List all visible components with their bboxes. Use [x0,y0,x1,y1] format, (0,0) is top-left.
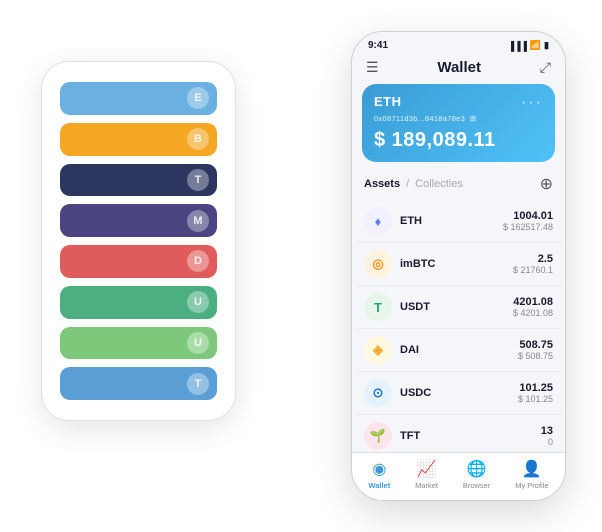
asset-amount-primary: 4201.08 [513,296,553,308]
card-icon-0: E [187,87,209,109]
nav-icon-browser: 🌐 [467,459,487,479]
asset-amount-primary: 1004.01 [503,210,553,222]
asset-amount-primary: 2.5 [513,253,553,265]
asset-amounts-usdt: 4201.08$ 4201.08 [513,296,553,318]
assets-add-icon[interactable]: ⊕ [540,174,553,194]
time: 9:41 [368,40,388,51]
asset-amounts-dai: 508.75$ 508.75 [518,339,553,361]
asset-name-eth: ETH [400,215,503,227]
card-icon-4: D [187,250,209,272]
imbtc-icon: ◎ [364,250,392,278]
nav-item-wallet[interactable]: ◉ Wallet [368,459,390,490]
wallet-card-3[interactable]: M [60,204,217,237]
bottom-nav: ◉ Wallet 📈 Market 🌐 Browser 👤 My Profile [352,452,565,500]
back-phone: EBTMDUUT [41,61,236,421]
nav-item-my-profile[interactable]: 👤 My Profile [515,459,548,490]
card-icon-5: U [187,291,209,313]
eth-card-menu[interactable]: ··· [521,94,543,112]
asset-amount-secondary: $ 4201.08 [513,308,553,318]
eth-card-amount: $ 189,089.11 [374,129,543,152]
nav-item-browser[interactable]: 🌐 Browser [463,459,491,490]
wallet-card-0[interactable]: E [60,82,217,115]
eth-card-header: ETH ··· [374,94,543,112]
asset-item-usdt[interactable]: T USDT4201.08$ 4201.08 [356,286,561,329]
wallet-card-6[interactable]: U [60,327,217,360]
asset-amounts-eth: 1004.01$ 162517.48 [503,210,553,232]
asset-amount-secondary: $ 101.25 [518,394,553,404]
asset-amount-primary: 13 [541,425,553,437]
asset-name-imbtc: imBTC [400,258,513,270]
asset-amount-secondary: $ 162517.48 [503,222,553,232]
phone-header: ☰ Wallet ⤢ [352,55,565,84]
header-title: Wallet [437,59,481,76]
battery-icon: ▮ [544,40,549,51]
assets-separator: / [406,178,409,190]
assets-list: ♦ ETH1004.01$ 162517.48 ◎ imBTC2.5$ 21760.1… [352,200,565,452]
status-bar: 9:41 ▐▐▐ 📶 ▮ [352,32,565,55]
nav-label-market: Market [415,481,438,490]
asset-item-eth[interactable]: ♦ ETH1004.01$ 162517.48 [356,200,561,243]
asset-name-usdt: USDT [400,301,513,313]
wallet-card-2[interactable]: T [60,164,217,197]
asset-amounts-tft: 130 [541,425,553,447]
front-phone: 9:41 ▐▐▐ 📶 ▮ ☰ Wallet ⤢ ETH ··· 0x08711d… [351,31,566,501]
expand-icon[interactable]: ⤢ [540,59,551,76]
eth-card-title: ETH [374,94,402,109]
asset-amount-secondary: $ 21760.1 [513,265,553,275]
assets-header: Assets / Collecties ⊕ [352,170,565,200]
wifi-icon: 📶 [530,40,541,51]
asset-item-usdc[interactable]: ⊙ USDC101.25$ 101.25 [356,372,561,415]
nav-label-wallet: Wallet [368,481,390,490]
card-icon-7: T [187,373,209,395]
usdt-icon: T [364,293,392,321]
asset-item-dai[interactable]: ◈ DAI508.75$ 508.75 [356,329,561,372]
nav-icon-wallet: ◉ [372,459,386,479]
card-icon-1: B [187,128,209,150]
wallet-card-1[interactable]: B [60,123,217,156]
card-icon-2: T [187,169,209,191]
asset-amount-secondary: $ 508.75 [518,351,553,361]
dai-icon: ◈ [364,336,392,364]
status-icons: ▐▐▐ 📶 ▮ [508,40,549,51]
usdc-icon: ⊙ [364,379,392,407]
asset-item-tft[interactable]: 🌱 TFT130 [356,415,561,452]
menu-icon[interactable]: ☰ [366,59,379,76]
assets-tabs: Assets / Collecties [364,178,463,190]
asset-name-usdc: USDC [400,387,518,399]
card-icon-6: U [187,332,209,354]
scene: EBTMDUUT 9:41 ▐▐▐ 📶 ▮ ☰ Wallet ⤢ ETH ···… [21,21,581,511]
tft-icon: 🌱 [364,422,392,450]
asset-name-tft: TFT [400,430,541,442]
asset-item-imbtc[interactable]: ◎ imBTC2.5$ 21760.1 [356,243,561,286]
assets-tab-inactive[interactable]: Collecties [415,178,463,190]
asset-name-dai: DAI [400,344,518,356]
card-icon-3: M [187,210,209,232]
wallet-card-5[interactable]: U [60,286,217,319]
eth-card: ETH ··· 0x08711d3b...8418a78e3 ⊞ $ 189,0… [362,84,555,162]
nav-icon-my-profile: 👤 [522,459,542,479]
wallet-card-4[interactable]: D [60,245,217,278]
nav-label-my-profile: My Profile [515,481,548,490]
wallet-card-7[interactable]: T [60,367,217,400]
signal-icon: ▐▐▐ [508,41,527,51]
eth-card-address: 0x08711d3b...8418a78e3 ⊞ [374,114,543,123]
asset-amounts-imbtc: 2.5$ 21760.1 [513,253,553,275]
asset-amount-primary: 101.25 [518,382,553,394]
nav-icon-market: 📈 [417,459,437,479]
nav-label-browser: Browser [463,481,491,490]
nav-item-market[interactable]: 📈 Market [415,459,438,490]
asset-amount-primary: 508.75 [518,339,553,351]
asset-amounts-usdc: 101.25$ 101.25 [518,382,553,404]
eth-icon: ♦ [364,207,392,235]
assets-tab-active[interactable]: Assets [364,178,400,190]
asset-amount-secondary: 0 [541,437,553,447]
